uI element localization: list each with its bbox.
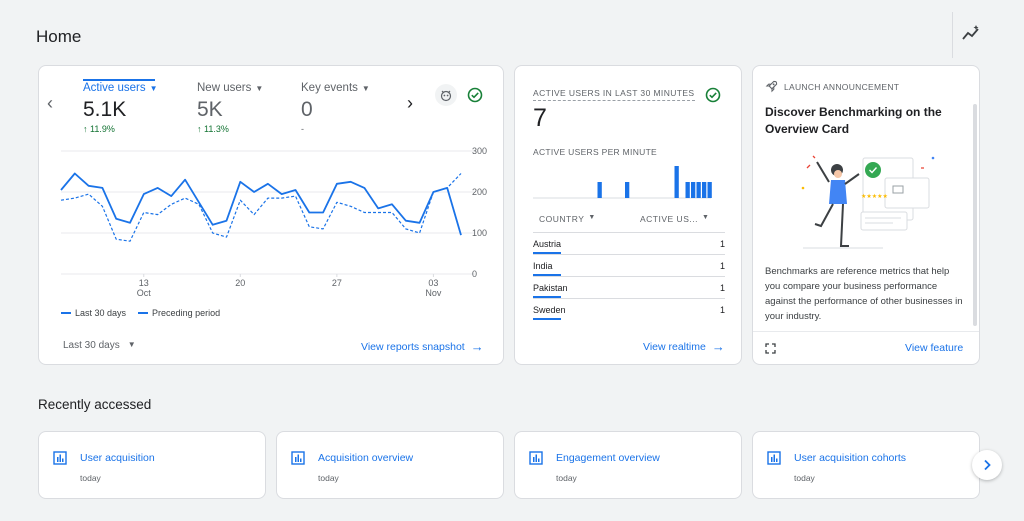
- minute-bar: [625, 182, 630, 198]
- view-feature-link[interactable]: View feature: [905, 342, 963, 354]
- realtime-title: ACTIVE USERS IN LAST 30 MINUTES: [533, 88, 695, 101]
- chevron-right-icon: [984, 459, 991, 471]
- country-table: Austria 1 India 1 Pakistan 1 Sweden 1: [533, 232, 725, 320]
- recent-item-time: today: [794, 473, 815, 483]
- legend-current: Last 30 days: [75, 308, 127, 318]
- view-realtime-link[interactable]: View realtime →: [643, 339, 725, 354]
- x-tick-label: 03: [428, 278, 438, 288]
- rocket-icon: [765, 80, 778, 93]
- x-tick-label: 20: [235, 278, 245, 288]
- chart-legend: Last 30 days Preceding period: [61, 308, 220, 318]
- recent-item-time: today: [318, 473, 339, 483]
- recent-item-engagement-overview[interactable]: Engagement overview today: [514, 431, 742, 499]
- y-tick-label: 100: [472, 228, 487, 238]
- caret-down-icon: ▼: [701, 214, 710, 221]
- country-users: 1: [719, 238, 725, 249]
- page-title: Home: [36, 27, 82, 46]
- expand-icon[interactable]: [765, 343, 776, 354]
- report-chart-icon: [291, 451, 305, 465]
- active-users-column-header[interactable]: ACTIVE US... ▼: [640, 214, 709, 224]
- view-reports-snapshot-link[interactable]: View reports snapshot →: [361, 339, 484, 354]
- users-header-label: ACTIVE US...: [640, 214, 698, 224]
- table-row: India 1: [533, 254, 725, 276]
- country-users: 1: [719, 304, 725, 315]
- date-range-select[interactable]: Last 30 days ▼: [63, 340, 136, 351]
- legend-swatch-solid: [61, 312, 71, 314]
- row-bar: [533, 318, 561, 320]
- x-tick-month-label: Nov: [425, 288, 442, 298]
- table-row: Pakistan 1: [533, 276, 725, 298]
- report-chart-icon: [767, 451, 781, 465]
- announcement-title: Discover Benchmarking on the Overview Ca…: [765, 105, 942, 136]
- link-label: View reports snapshot: [361, 340, 465, 353]
- scrollbar[interactable]: [973, 104, 977, 326]
- realtime-card: ACTIVE USERS IN LAST 30 MINUTES 7 ACTIVE…: [514, 65, 742, 365]
- divider: [753, 331, 979, 332]
- caret-down-icon: ▼: [127, 340, 136, 349]
- recent-item-title: Engagement overview: [556, 452, 660, 464]
- x-tick-label: 13: [139, 278, 149, 288]
- country-name: India: [533, 260, 553, 271]
- date-range-label: Last 30 days: [63, 340, 120, 351]
- insights-icon[interactable]: [961, 24, 981, 44]
- recent-item-acquisition-overview[interactable]: Acquisition overview today: [276, 431, 504, 499]
- minute-bar: [707, 182, 712, 198]
- minute-bar: [702, 182, 707, 198]
- country-column-header[interactable]: COUNTRY ▼: [539, 214, 596, 224]
- country-name: Sweden: [533, 304, 566, 315]
- legend-previous: Preceding period: [152, 308, 221, 318]
- recent-item-time: today: [556, 473, 577, 483]
- announcement-body: Benchmarks are reference metrics that he…: [765, 266, 963, 322]
- report-chart-icon: [529, 451, 543, 465]
- benchmark-illustration: ★★★★★: [801, 155, 935, 249]
- recent-item-user-acquisition-cohorts[interactable]: User acquisition cohorts today: [752, 431, 980, 499]
- y-tick-label: 300: [472, 146, 487, 156]
- recent-item-title: Acquisition overview: [318, 452, 414, 464]
- overview-card: ‹ Active users ▼ 5.1K ↑ 11.9% New users …: [38, 65, 504, 365]
- minute-bar: [696, 182, 701, 198]
- per-minute-label: ACTIVE USERS PER MINUTE: [533, 147, 658, 157]
- legend-swatch-dashed: [138, 312, 149, 314]
- minute-bar: [691, 182, 696, 198]
- country-header-label: COUNTRY: [539, 214, 585, 224]
- country-users: 1: [719, 260, 725, 271]
- announcement-label: LAUNCH ANNOUNCEMENT: [784, 81, 900, 92]
- x-tick-label: 27: [332, 278, 342, 288]
- series-line-preceding: [60, 173, 462, 242]
- arrow-right-icon: →: [470, 339, 484, 354]
- arrow-right-icon: →: [711, 339, 725, 354]
- minute-bar: [674, 166, 679, 198]
- country-name: Austria: [533, 238, 562, 249]
- recent-next-button[interactable]: [972, 450, 1002, 480]
- svg-text:★★★★★: ★★★★★: [861, 193, 888, 200]
- realtime-value: 7: [533, 104, 547, 132]
- minute-bar: [597, 182, 602, 198]
- x-tick-month-label: Oct: [137, 288, 152, 298]
- y-tick-label: 0: [472, 269, 477, 279]
- series-line-current: [60, 172, 462, 236]
- announcement-card: LAUNCH ANNOUNCEMENT Discover Benchmarkin…: [752, 65, 980, 365]
- minute-bar: [685, 182, 690, 198]
- table-row: Austria 1: [533, 232, 725, 254]
- recent-item-user-acquisition[interactable]: User acquisition today: [38, 431, 266, 499]
- country-name: Pakistan: [533, 282, 568, 293]
- caret-down-icon: ▼: [588, 214, 596, 221]
- recent-item-title: User acquisition cohorts: [794, 452, 907, 464]
- check-circle-icon: [702, 84, 724, 106]
- y-tick-label: 200: [472, 187, 487, 197]
- report-chart-icon: [53, 451, 67, 465]
- users-line-chart: 300 200 100 0 13Oct 20 27 03Nov: [60, 146, 487, 298]
- table-row: Sweden 1: [533, 298, 725, 320]
- recent-item-time: today: [80, 473, 101, 483]
- recent-item-title: User acquisition: [80, 452, 155, 464]
- link-label: View realtime: [643, 340, 706, 353]
- country-users: 1: [719, 282, 725, 293]
- topbar-divider: [952, 12, 953, 58]
- recently-accessed-title: Recently accessed: [38, 397, 152, 412]
- link-label: View feature: [905, 342, 964, 354]
- per-minute-bar-chart: [533, 166, 712, 199]
